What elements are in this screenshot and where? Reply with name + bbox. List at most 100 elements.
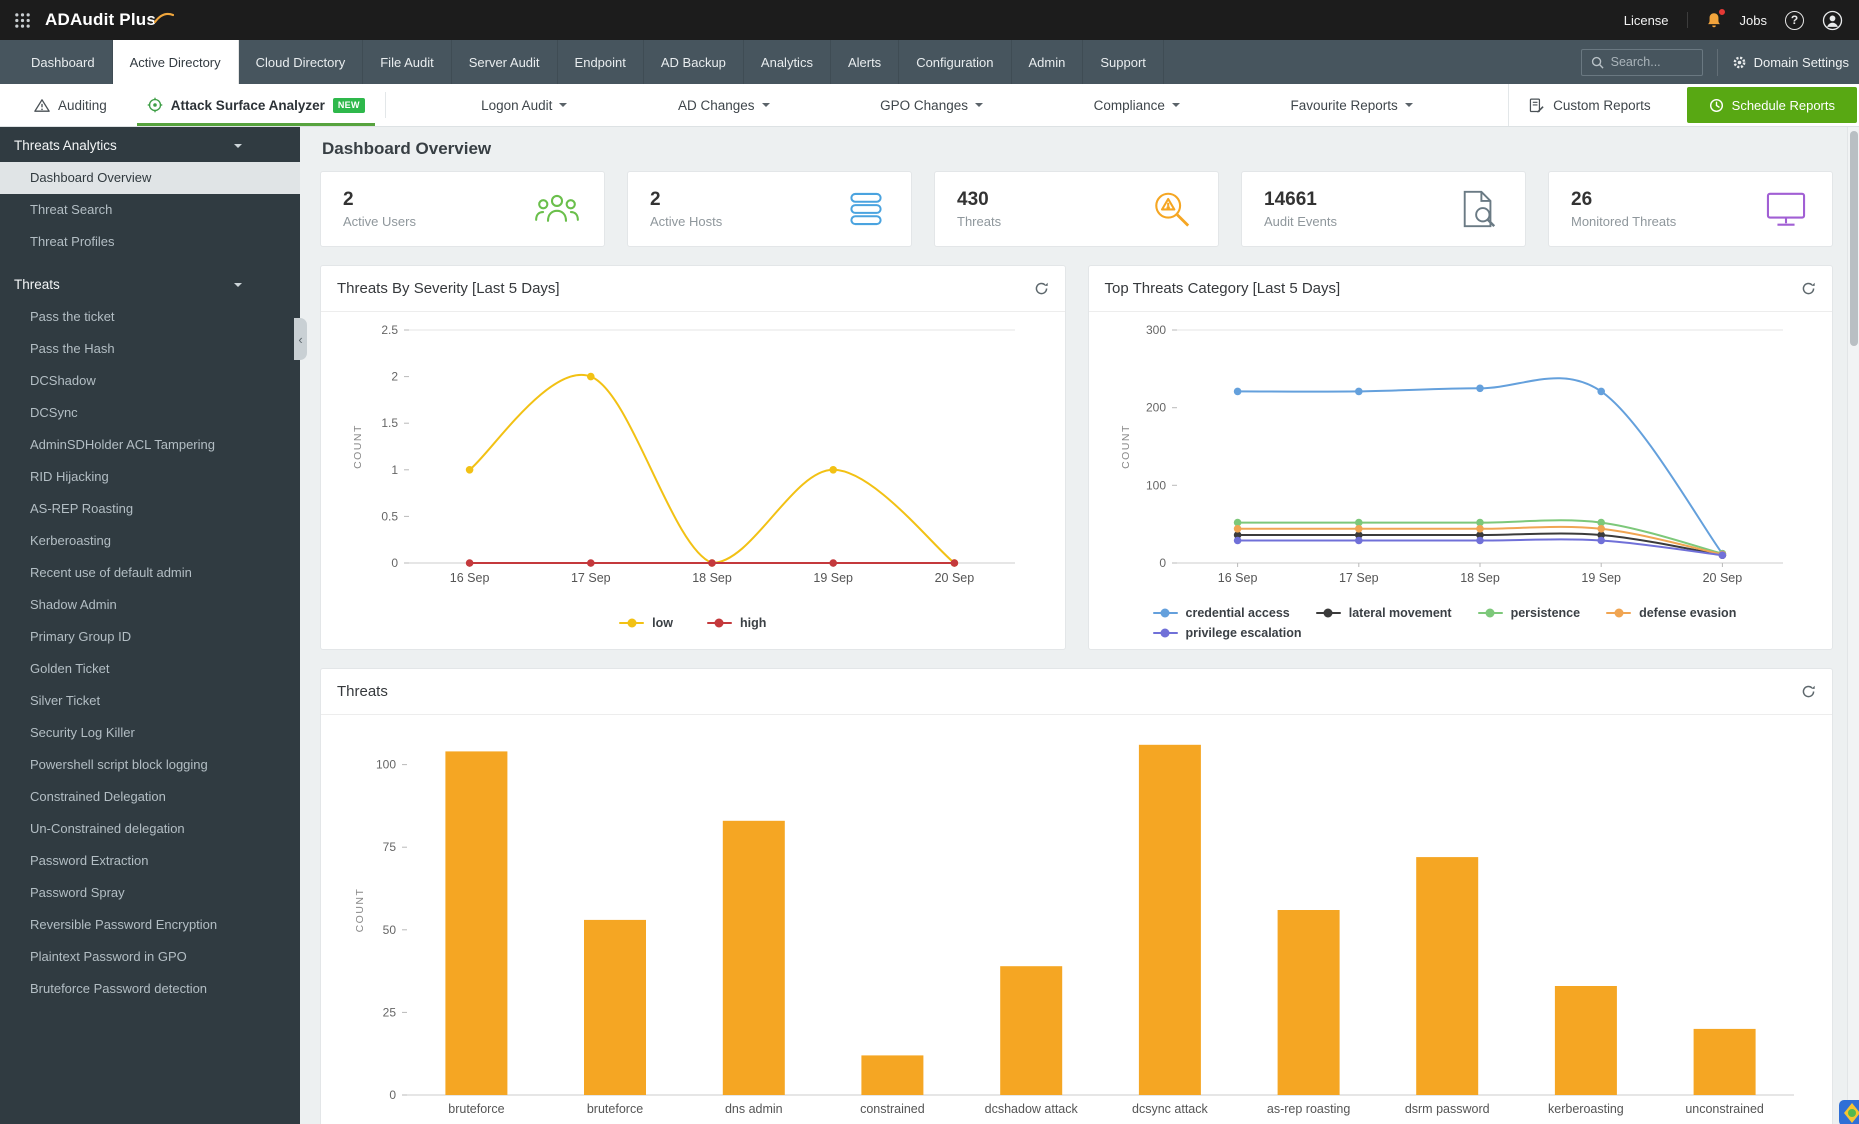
legend-item-low[interactable]: low <box>619 616 673 630</box>
sidebar-item-silver-ticket[interactable]: Silver Ticket <box>0 685 300 717</box>
svg-text:50: 50 <box>383 923 397 937</box>
nav-tab-active-directory[interactable]: Active Directory <box>113 40 239 84</box>
threats-refresh-icon[interactable] <box>1801 684 1816 699</box>
user-avatar-icon[interactable] <box>1822 10 1843 31</box>
panel-head: Threats <box>321 669 1832 715</box>
stat-card-audit-events[interactable]: 14661Audit Events <box>1241 171 1526 247</box>
sidebar-item-un-constrained-delegation[interactable]: Un-Constrained delegation <box>0 813 300 845</box>
notification-badge <box>1718 8 1726 16</box>
svg-text:0.5: 0.5 <box>381 509 398 523</box>
sidebar-item-adminsdholder-acl-tampering[interactable]: AdminSDHolder ACL Tampering <box>0 429 300 461</box>
nav-tab-endpoint[interactable]: Endpoint <box>558 40 644 84</box>
jobs-link[interactable]: Jobs <box>1740 13 1767 28</box>
sidebar-item-threat-search[interactable]: Threat Search <box>0 194 300 226</box>
sidebar-item-dcshadow[interactable]: DCShadow <box>0 365 300 397</box>
sidebar-section-threats[interactable]: Threats <box>0 266 300 301</box>
sidebar-item-reversible-password-encryption[interactable]: Reversible Password Encryption <box>0 909 300 941</box>
legend-marker-icon <box>1316 612 1341 615</box>
sidebar-item-constrained-delegation[interactable]: Constrained Delegation <box>0 781 300 813</box>
sidebar-item-rid-hijacking[interactable]: RID Hijacking <box>0 461 300 493</box>
legend-marker-icon <box>1606 612 1631 615</box>
severity-refresh-icon[interactable] <box>1034 281 1049 296</box>
sidebar-section-threats-analytics[interactable]: Threats Analytics <box>0 127 300 162</box>
active-users-icon <box>534 191 580 227</box>
legend-item-persistence[interactable]: persistence <box>1478 606 1580 620</box>
navbar-right: Domain Settings <box>1581 40 1859 84</box>
legend-marker-icon <box>1153 612 1178 615</box>
sidebar-item-password-spray[interactable]: Password Spray <box>0 877 300 909</box>
sidebar-item-golden-ticket[interactable]: Golden Ticket <box>0 653 300 685</box>
legend-label: credential access <box>1186 606 1290 620</box>
legend-item-high[interactable]: high <box>707 616 766 630</box>
category-refresh-icon[interactable] <box>1801 281 1816 296</box>
stat-text: 26Monitored Threats <box>1571 189 1676 229</box>
legend-marker-icon <box>1153 632 1178 635</box>
corner-widget-icon[interactable] <box>1839 1100 1859 1124</box>
sidebar-item-pass-the-ticket[interactable]: Pass the ticket <box>0 301 300 333</box>
subnav-menu-ad-changes[interactable]: AD Changes <box>678 98 770 113</box>
sidebar-item-bruteforce-password-detection[interactable]: Bruteforce Password detection <box>0 973 300 1005</box>
subnav-dropdowns: Logon Audit AD Changes GPO Changes Complian… <box>386 84 1508 126</box>
app-logo: ADAudit Plus <box>45 10 174 30</box>
sidebar-collapse-handle[interactable]: ‹ <box>294 318 307 360</box>
nav-tab-cloud-directory[interactable]: Cloud Directory <box>239 40 364 84</box>
stat-card-threats[interactable]: 430Threats <box>934 171 1219 247</box>
nav-tab-analytics[interactable]: Analytics <box>744 40 831 84</box>
nav-tab-admin[interactable]: Admin <box>1012 40 1084 84</box>
subnav-menu-favourite-reports[interactable]: Favourite Reports <box>1290 98 1412 113</box>
license-link[interactable]: License <box>1624 13 1669 28</box>
sidebar-item-as-rep-roasting[interactable]: AS-REP Roasting <box>0 493 300 525</box>
stat-card-active-users[interactable]: 2Active Users <box>320 171 605 247</box>
sidebar-item-password-extraction[interactable]: Password Extraction <box>0 845 300 877</box>
sidebar-item-security-log-killer[interactable]: Security Log Killer <box>0 717 300 749</box>
sidebar-item-plaintext-password-in-gpo[interactable]: Plaintext Password in GPO <box>0 941 300 973</box>
legend-item-privilege-escalation[interactable]: privilege escalation <box>1153 626 1302 640</box>
main-navbar: DashboardActive DirectoryCloud Directory… <box>0 40 1859 84</box>
custom-reports-button[interactable]: Custom Reports <box>1508 84 1671 126</box>
severity-legend: low high <box>321 597 1065 649</box>
svg-text:18 Sep: 18 Sep <box>692 571 732 585</box>
legend-item-credential-access[interactable]: credential access <box>1153 606 1290 620</box>
help-icon[interactable]: ? <box>1785 11 1804 30</box>
app-name: ADAudit Plus <box>45 10 156 30</box>
app-grid-icon[interactable] <box>14 12 31 29</box>
sidebar-item-powershell-script-block-logging[interactable]: Powershell script block logging <box>0 749 300 781</box>
subnav-menu-logon-audit[interactable]: Logon Audit <box>481 98 567 113</box>
scrollbar-thumb[interactable] <box>1850 131 1858 346</box>
nav-tab-server-audit[interactable]: Server Audit <box>452 40 558 84</box>
tab-attack-surface-analyzer[interactable]: Attack Surface Analyzer NEW <box>127 84 385 126</box>
search-input[interactable] <box>1611 55 1693 69</box>
legend-item-lateral-movement[interactable]: lateral movement <box>1316 606 1452 620</box>
stat-value: 26 <box>1571 189 1676 211</box>
sidebar-item-dashboard-overview[interactable]: Dashboard Overview <box>0 162 300 194</box>
threats-bar-panel: Threats 0255075100COUNTbruteforcebrutefo… <box>320 668 1833 1124</box>
stat-card-monitored-threats[interactable]: 26Monitored Threats <box>1548 171 1833 247</box>
domain-settings-button[interactable]: Domain Settings <box>1717 49 1849 76</box>
notifications-bell-icon[interactable] <box>1706 11 1722 29</box>
nav-tab-support[interactable]: Support <box>1083 40 1164 84</box>
stat-text: 14661Audit Events <box>1264 189 1337 229</box>
chevron-down-icon <box>1405 103 1413 111</box>
sidebar-item-primary-group-id[interactable]: Primary Group ID <box>0 621 300 653</box>
sidebar-item-pass-the-hash[interactable]: Pass the Hash <box>0 333 300 365</box>
sidebar-item-threat-profiles[interactable]: Threat Profiles <box>0 226 300 258</box>
nav-tab-alerts[interactable]: Alerts <box>831 40 899 84</box>
tab-auditing[interactable]: Auditing <box>14 84 127 126</box>
search-icon <box>1591 56 1604 69</box>
sidebar-item-dcsync[interactable]: DCSync <box>0 397 300 429</box>
sidebar-item-recent-use-of-default-admin[interactable]: Recent use of default admin <box>0 557 300 589</box>
nav-tab-configuration[interactable]: Configuration <box>899 40 1011 84</box>
sidebar-item-shadow-admin[interactable]: Shadow Admin <box>0 589 300 621</box>
stat-card-active-hosts[interactable]: 2Active Hosts <box>627 171 912 247</box>
nav-tab-dashboard[interactable]: Dashboard <box>14 40 113 84</box>
schedule-reports-button[interactable]: Schedule Reports <box>1687 87 1857 123</box>
subnav-menu-gpo-changes[interactable]: GPO Changes <box>880 98 983 113</box>
nav-tab-file-audit[interactable]: File Audit <box>363 40 451 84</box>
search-box[interactable] <box>1581 49 1703 76</box>
threats-panel-title: Threats <box>337 683 388 700</box>
legend-item-defense-evasion[interactable]: defense evasion <box>1606 606 1736 620</box>
nav-tab-ad-backup[interactable]: AD Backup <box>644 40 744 84</box>
subnav-menu-compliance[interactable]: Compliance <box>1094 98 1180 113</box>
legend-label: high <box>740 616 766 630</box>
sidebar-item-kerberoasting[interactable]: Kerberoasting <box>0 525 300 557</box>
